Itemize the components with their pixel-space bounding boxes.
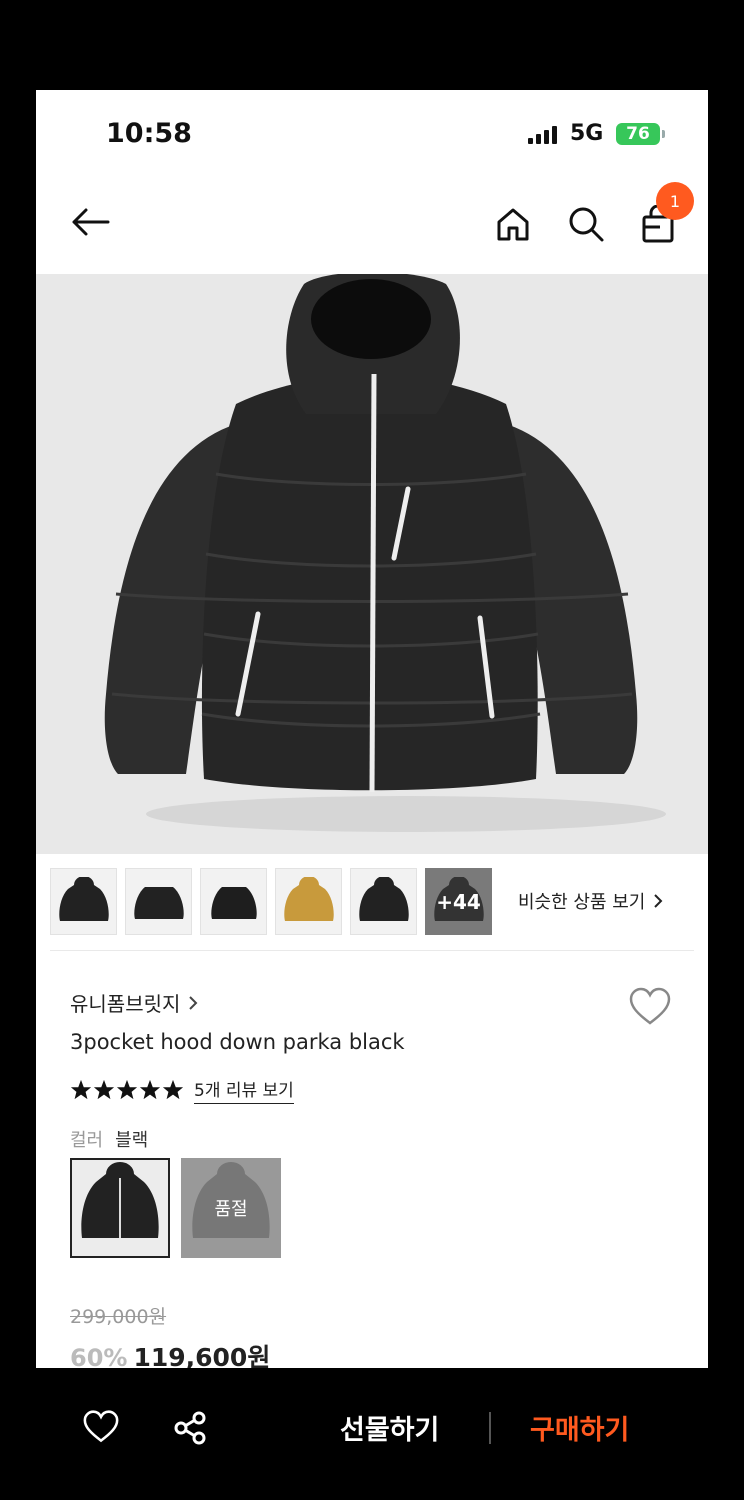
battery-icon: 76	[616, 123, 660, 145]
divider	[50, 950, 694, 951]
brand-link[interactable]: 유니폼브릿지	[70, 988, 198, 1017]
back-arrow-icon[interactable]	[68, 200, 112, 244]
star-icon	[93, 1079, 115, 1100]
color-swatch-soldout[interactable]: 품절	[181, 1158, 281, 1258]
star-icon	[70, 1079, 92, 1100]
bottom-action-bar: 선물하기 구매하기	[0, 1368, 744, 1500]
signal-icon	[528, 126, 557, 144]
search-icon[interactable]	[564, 202, 608, 246]
status-time: 10:58	[106, 118, 192, 149]
original-price: 299,000원	[70, 1306, 167, 1328]
similar-products-link[interactable]: 비슷한 상품 보기	[518, 888, 663, 914]
battery-cap	[662, 130, 665, 138]
home-icon[interactable]	[491, 202, 535, 246]
status-bar: 10:58 5G 76	[36, 90, 708, 180]
swatch-jacket-image	[81, 1162, 159, 1238]
wishlist-heart-icon[interactable]	[628, 987, 672, 1031]
product-name: 3pocket hood down parka black	[70, 1030, 405, 1054]
more-count-label: +44	[436, 889, 481, 914]
gift-button[interactable]: 선물하기	[340, 1408, 439, 1447]
color-value: 블랙	[115, 1130, 149, 1151]
thumbnail-4[interactable]	[275, 868, 342, 935]
discount-rate: 60%	[70, 1344, 128, 1368]
puffer-jacket-image	[104, 274, 666, 832]
review-link[interactable]: 5개 리뷰 보기	[194, 1076, 294, 1104]
color-row: 컬러 블랙	[70, 1126, 148, 1152]
top-nav	[36, 190, 708, 256]
thumbnail-5[interactable]	[350, 868, 417, 935]
battery-level: 76	[626, 124, 650, 144]
buy-button[interactable]: 구매하기	[530, 1408, 629, 1447]
color-label: 컬러	[70, 1130, 104, 1151]
rating-row: 5개 리뷰 보기	[70, 1076, 294, 1104]
star-icon	[116, 1079, 138, 1100]
share-icon[interactable]	[172, 1410, 208, 1450]
thumbnail-more[interactable]: +44	[425, 868, 492, 935]
price-row: 60% 119,600원	[70, 1338, 270, 1368]
thumbnail-1[interactable]	[50, 868, 117, 935]
sold-out-label: 품절	[214, 1199, 248, 1220]
color-swatch-black[interactable]	[70, 1158, 170, 1258]
thumbnail-2[interactable]	[125, 868, 192, 935]
chevron-right-icon	[654, 894, 663, 908]
sale-price: 119,600원	[133, 1343, 271, 1368]
thumbnail-3[interactable]	[200, 868, 267, 935]
thumbnail-strip: +44	[50, 868, 492, 935]
network-label: 5G	[570, 121, 604, 146]
cart-count-badge: 1	[656, 182, 694, 220]
chevron-right-icon	[189, 995, 198, 1010]
star-icon	[162, 1079, 184, 1100]
heart-icon[interactable]	[82, 1410, 120, 1448]
similar-products-label: 비슷한 상품 보기	[518, 892, 646, 913]
divider	[489, 1412, 491, 1444]
brand-name: 유니폼브릿지	[70, 992, 181, 1016]
product-main-image[interactable]	[36, 274, 708, 854]
star-icon	[139, 1079, 161, 1100]
star-rating	[70, 1079, 184, 1101]
product-screen: 10:58 5G 76 1 +44 비슷한 상품 보기 유니폼브릿지 3pock…	[36, 90, 708, 1368]
